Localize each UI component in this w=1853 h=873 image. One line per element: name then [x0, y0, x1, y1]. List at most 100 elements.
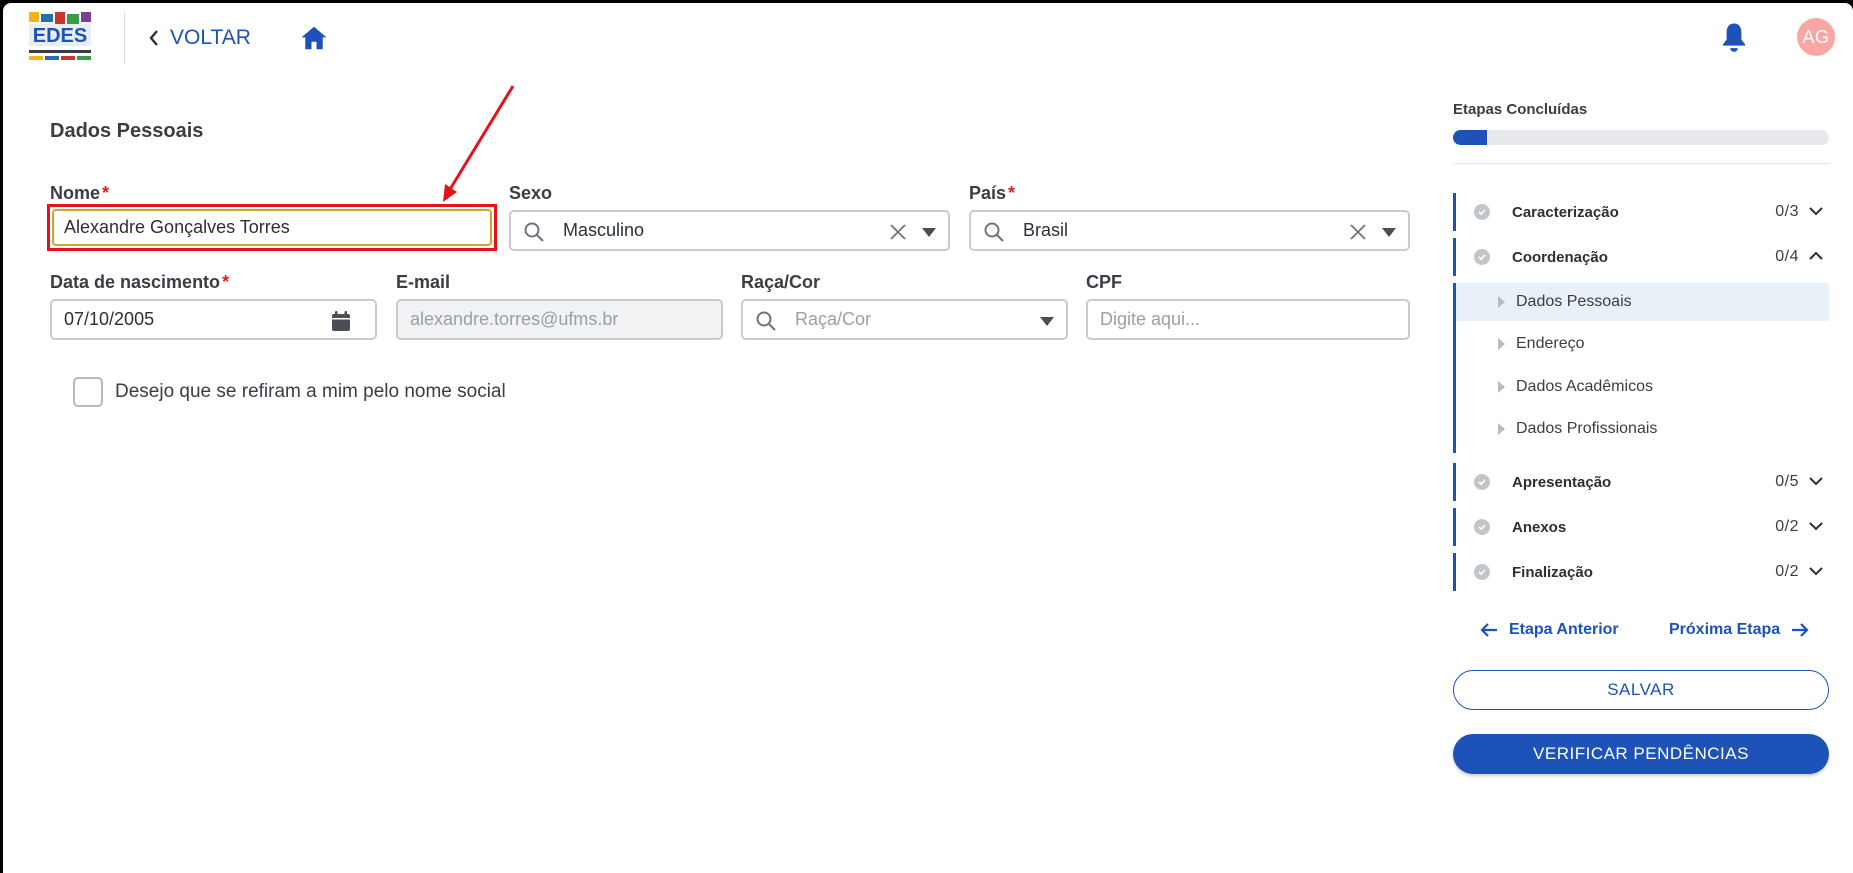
bell-icon[interactable] — [1719, 21, 1749, 53]
prev-step-button[interactable]: Etapa Anterior — [1479, 621, 1619, 639]
save-button[interactable]: SALVAR — [1453, 670, 1829, 710]
required-mark: * — [222, 272, 230, 292]
sidebar-divider — [1453, 163, 1829, 164]
nome-social-label: Desejo que se refiram a mim pelo nome so… — [115, 381, 506, 402]
sexo-field-group: Sexo Masculino — [509, 183, 950, 251]
required-mark: * — [1008, 183, 1016, 203]
step-count: 0/2 — [1775, 563, 1799, 580]
step-anexos[interactable]: Anexos 0/2 — [1453, 508, 1829, 546]
caret-down-icon[interactable] — [1040, 317, 1054, 326]
substep-label: Endereço — [1516, 335, 1585, 352]
required-mark: * — [102, 183, 110, 203]
substep-dados-pessoais[interactable]: Dados Pessoais — [1456, 283, 1829, 321]
step-label: Anexos — [1512, 518, 1567, 536]
page-title: Dados Pessoais — [50, 120, 204, 142]
chevron-down-icon[interactable] — [1809, 566, 1823, 576]
caret-right-icon — [1498, 381, 1505, 393]
header-divider — [124, 13, 125, 63]
substep-label: Dados Profissionais — [1516, 420, 1658, 437]
email-placeholder: alexandre.torres@ufms.br — [410, 309, 619, 329]
avatar[interactable]: AG — [1797, 18, 1835, 56]
progress-bar — [1453, 130, 1829, 145]
substep-dados-academicos[interactable]: Dados Acadêmicos — [1456, 368, 1829, 406]
nascimento-field-group: Data de nascimento * 07/10/2005 — [50, 272, 377, 340]
substep-label: Dados Pessoais — [1516, 293, 1632, 310]
sexo-label: Sexo — [509, 183, 553, 203]
raca-select[interactable]: Raça/Cor — [741, 299, 1068, 340]
step-count: 0/5 — [1775, 473, 1799, 490]
sexo-select[interactable]: Masculino — [509, 210, 950, 251]
email-field[interactable]: alexandre.torres@ufms.br — [396, 299, 723, 340]
check-circle-icon — [1474, 519, 1490, 535]
calendar-icon[interactable] — [331, 310, 351, 332]
email-field-group: E-mail alexandre.torres@ufms.br — [396, 272, 723, 340]
nome-highlight-box: Alexandre Gonçalves Torres — [47, 204, 497, 251]
step-caracterizacao[interactable]: Caracterização 0/3 — [1453, 193, 1829, 231]
arrow-left-icon — [1480, 623, 1497, 637]
next-step-button[interactable]: Próxima Etapa — [1669, 621, 1810, 639]
caret-right-icon — [1498, 423, 1505, 435]
logo-icon[interactable]: EDES — [23, 8, 95, 66]
svg-text:EDES: EDES — [33, 25, 87, 47]
pais-field-group: País * Brasil — [969, 183, 1410, 251]
step-count: 0/3 — [1775, 203, 1799, 220]
search-icon — [756, 311, 776, 331]
chevron-down-icon[interactable] — [1809, 476, 1823, 486]
search-icon — [524, 222, 544, 242]
step-label: Apresentação — [1512, 473, 1612, 491]
check-circle-icon — [1474, 564, 1490, 580]
check-circle-icon — [1474, 474, 1490, 490]
cpf-label: CPF — [1086, 272, 1122, 292]
home-icon[interactable] — [299, 23, 329, 53]
cpf-field-group: CPF Digite aqui... — [1086, 272, 1410, 340]
coordenacao-substeps: Dados Pessoais Endereço Dados Acadêmicos… — [1453, 283, 1829, 453]
step-label: Coordenação — [1512, 248, 1608, 266]
caret-right-icon — [1498, 296, 1505, 308]
caret-down-icon[interactable] — [1382, 228, 1396, 237]
next-step-label: Próxima Etapa — [1669, 621, 1781, 638]
nascimento-label: Data de nascimento * — [50, 272, 230, 292]
pais-select[interactable]: Brasil — [969, 210, 1410, 251]
progress-fill — [1453, 130, 1487, 145]
top-bar: EDES VOLTAR AG — [3, 3, 1853, 73]
cpf-placeholder: Digite aqui... — [1100, 309, 1201, 329]
step-count: 0/4 — [1775, 248, 1799, 265]
step-count: 0/2 — [1775, 518, 1799, 535]
prev-step-label: Etapa Anterior — [1509, 621, 1619, 638]
chevron-down-icon[interactable] — [1809, 521, 1823, 531]
back-label: VOLTAR — [170, 26, 251, 49]
step-coordenacao[interactable]: Coordenação 0/4 — [1453, 238, 1829, 276]
chevron-down-icon[interactable] — [1809, 206, 1823, 216]
substep-dados-profissionais[interactable]: Dados Profissionais — [1456, 410, 1829, 448]
caret-down-icon[interactable] — [922, 228, 936, 237]
nome-input[interactable]: Alexandre Gonçalves Torres — [52, 209, 492, 246]
check-circle-icon — [1474, 249, 1490, 265]
nascimento-value: 07/10/2005 — [64, 309, 155, 329]
raca-field-group: Raça/Cor Raça/Cor — [741, 272, 1068, 340]
nascimento-input[interactable]: 07/10/2005 — [50, 299, 377, 340]
close-icon[interactable] — [889, 223, 907, 241]
check-circle-icon — [1474, 204, 1490, 220]
nome-label: Nome * — [50, 183, 110, 203]
step-apresentacao[interactable]: Apresentação 0/5 — [1453, 463, 1829, 501]
back-button[interactable]: VOLTAR — [148, 21, 251, 55]
chevron-up-icon[interactable] — [1809, 251, 1823, 261]
step-label: Finalização — [1512, 563, 1593, 581]
raca-label: Raça/Cor — [741, 272, 821, 292]
step-label: Caracterização — [1512, 203, 1619, 221]
close-icon[interactable] — [1349, 223, 1367, 241]
chevron-left-icon — [149, 30, 158, 46]
substep-endereco[interactable]: Endereço — [1456, 325, 1829, 363]
arrow-right-icon — [1792, 623, 1809, 637]
nome-social-checkbox[interactable] — [73, 377, 103, 407]
progress-title: Etapas Concluídas — [1453, 101, 1588, 118]
cpf-input[interactable]: Digite aqui... — [1086, 299, 1410, 340]
substep-label: Dados Acadêmicos — [1516, 378, 1653, 395]
nome-social-row: Desejo que se refiram a mim pelo nome so… — [73, 377, 506, 407]
page: EDES VOLTAR AG Dados Pessoais Nome * Alex… — [3, 3, 1853, 873]
pais-label: País * — [969, 183, 1016, 203]
caret-right-icon — [1498, 338, 1505, 350]
verify-pending-button[interactable]: VERIFICAR PENDÊNCIAS — [1453, 734, 1829, 774]
search-icon — [984, 222, 1004, 242]
step-finalizacao[interactable]: Finalização 0/2 — [1453, 553, 1829, 591]
